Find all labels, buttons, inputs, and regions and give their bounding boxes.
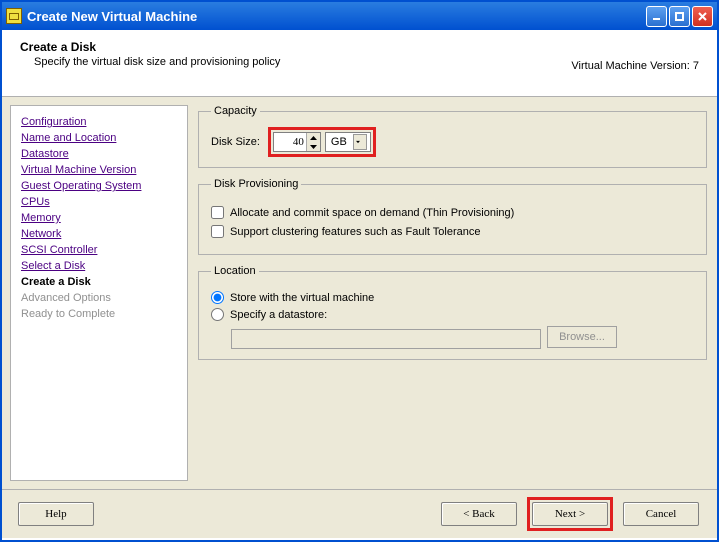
thin-provisioning-label: Allocate and commit space on demand (Thi… [230,207,514,219]
fault-tolerance-checkbox[interactable] [211,225,224,238]
location-group: Location Store with the virtual machine … [198,265,707,360]
datastore-path-input [231,329,541,349]
sidebar-item-create-disk[interactable]: Create a Disk [21,274,177,290]
sidebar-item-cpus[interactable]: CPUs [21,194,177,210]
cancel-button[interactable]: Cancel [623,502,699,526]
disk-size-label: Disk Size: [211,136,260,148]
sidebar-item-configuration[interactable]: Configuration [21,114,177,130]
capacity-group: Capacity Disk Size: GB [198,105,707,168]
back-button[interactable]: < Back [441,502,517,526]
wizard-header: Create a Disk Specify the virtual disk s… [2,30,717,96]
disk-size-highlight: GB [268,127,376,157]
location-legend: Location [211,265,259,277]
disk-size-spinner[interactable] [273,132,321,152]
capacity-legend: Capacity [211,105,260,117]
sidebar-item-name-location[interactable]: Name and Location [21,130,177,146]
store-with-vm-radio[interactable] [211,291,224,304]
wizard-footer: Help < Back Next > Cancel [2,489,717,538]
help-button[interactable]: Help [18,502,94,526]
close-button[interactable] [692,6,713,27]
minimize-button[interactable] [646,6,667,27]
disk-size-input[interactable] [274,133,306,151]
titlebar: Create New Virtual Machine [2,2,717,30]
sidebar-item-ready: Ready to Complete [21,306,177,322]
fault-tolerance-label: Support clustering features such as Faul… [230,226,481,238]
next-button-highlight: Next > [527,497,613,531]
sidebar-item-memory[interactable]: Memory [21,210,177,226]
spinner-down-icon[interactable] [307,142,320,151]
wizard-steps-sidebar: Configuration Name and Location Datastor… [10,105,188,481]
provisioning-legend: Disk Provisioning [211,178,301,190]
sidebar-item-vm-version[interactable]: Virtual Machine Version [21,162,177,178]
app-icon [6,8,22,24]
vm-version-label: Virtual Machine Version: 7 [571,60,699,72]
specify-datastore-label: Specify a datastore: [230,309,327,321]
sidebar-item-guest-os[interactable]: Guest Operating System [21,178,177,194]
disk-size-unit-value: GB [329,136,353,148]
spinner-up-icon[interactable] [307,133,320,142]
sidebar-item-scsi[interactable]: SCSI Controller [21,242,177,258]
thin-provisioning-checkbox[interactable] [211,206,224,219]
main-panel: Capacity Disk Size: GB [192,97,717,489]
titlebar-title: Create New Virtual Machine [27,9,646,24]
store-with-vm-label: Store with the virtual machine [230,292,374,304]
specify-datastore-radio[interactable] [211,308,224,321]
disk-size-unit-select[interactable]: GB [325,132,371,152]
browse-button: Browse... [547,326,617,348]
provisioning-group: Disk Provisioning Allocate and commit sp… [198,178,707,255]
chevron-down-icon[interactable] [353,134,367,150]
sidebar-item-advanced: Advanced Options [21,290,177,306]
page-title: Create a Disk [20,40,699,54]
sidebar-item-network[interactable]: Network [21,226,177,242]
sidebar-item-datastore[interactable]: Datastore [21,146,177,162]
sidebar-item-select-disk[interactable]: Select a Disk [21,258,177,274]
next-button[interactable]: Next > [532,502,608,526]
maximize-button[interactable] [669,6,690,27]
